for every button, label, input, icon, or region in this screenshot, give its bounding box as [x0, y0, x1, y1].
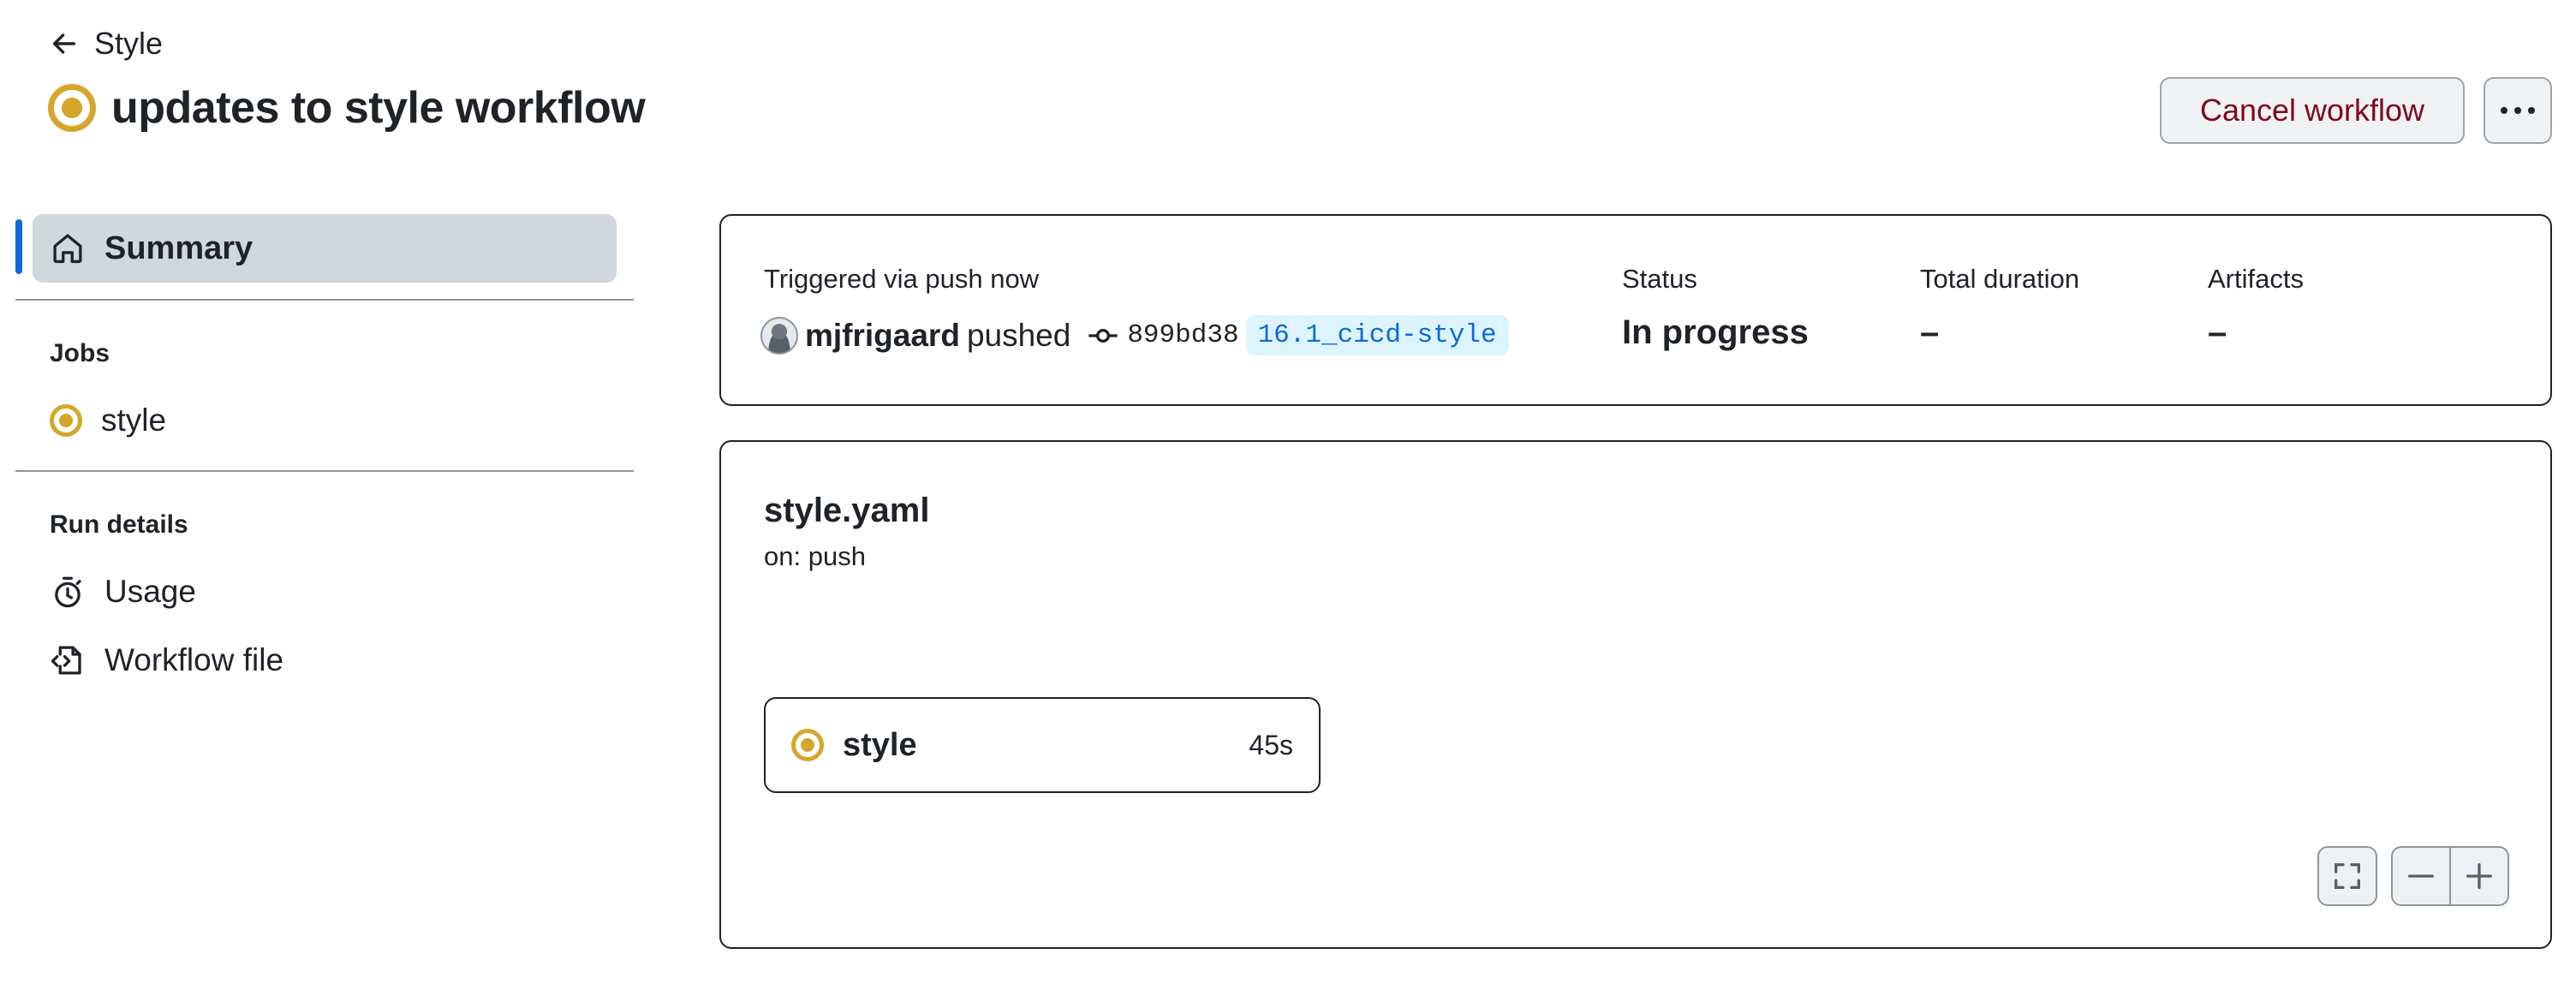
git-commit-icon [1088, 328, 1118, 343]
kebab-dot-icon [2501, 107, 2507, 114]
plus-icon [2466, 863, 2492, 889]
duration-label: Total duration [1920, 264, 2080, 294]
file-code-icon [51, 646, 81, 675]
back-link[interactable]: Style [50, 26, 163, 62]
branch-label[interactable]: 16.1_cicd-style [1245, 315, 1509, 355]
sidebar-item-label: Usage [104, 574, 196, 609]
arrow-left-icon [52, 33, 76, 54]
workflow-file-name: style.yaml [764, 492, 930, 529]
more-options-button[interactable] [2484, 77, 2552, 144]
push-info: mjfrigaard pushed 899bd38 16.1_cicd-styl… [760, 315, 1509, 355]
stopwatch-icon [55, 576, 81, 608]
sidebar-divider [15, 470, 634, 472]
artifacts-value: – [2208, 313, 2227, 351]
workflow-graph-card [719, 440, 2552, 949]
fullscreen-icon [2334, 863, 2360, 889]
actor-link[interactable]: mjfrigaard [805, 318, 960, 354]
page-title: updates to style workflow [111, 83, 646, 133]
sidebar-item-label: style [101, 403, 167, 438]
trigger-text: Triggered via push now [764, 264, 1040, 294]
back-link-label: Style [94, 26, 164, 61]
job-duration: 45s [1249, 729, 1293, 760]
kebab-dot-icon [2514, 107, 2521, 114]
jobs-heading: Jobs [50, 339, 110, 367]
commit-sha-link[interactable]: 899bd38 [1127, 320, 1238, 350]
action-text: pushed [966, 317, 1071, 353]
avatar[interactable] [760, 316, 798, 355]
in-progress-status-icon [48, 84, 96, 132]
kebab-dot-icon [2528, 107, 2535, 114]
in-progress-status-icon [50, 404, 82, 437]
status-label: Status [1622, 264, 1697, 294]
active-indicator [15, 219, 22, 274]
job-node-style[interactable]: style 45s [764, 697, 1321, 793]
sidebar-item-label: Workflow file [104, 642, 284, 677]
minus-icon [2408, 874, 2434, 878]
home-icon [53, 234, 82, 264]
workflow-trigger: on: push [764, 541, 866, 571]
sidebar-item-label: Summary [104, 230, 253, 266]
sidebar-item-job-style[interactable]: style [50, 403, 166, 438]
sidebar-item-summary[interactable]: Summary [33, 214, 617, 283]
sidebar-item-usage[interactable]: Usage [50, 574, 196, 610]
run-summary-card [719, 214, 2552, 406]
page-title-row: updates to style workflow [48, 82, 646, 134]
run-details-heading: Run details [50, 510, 188, 539]
sidebar-item-workflow-file[interactable]: Workflow file [50, 642, 283, 678]
duration-value: – [1920, 313, 1940, 351]
zoom-in-button[interactable] [2449, 846, 2509, 906]
zoom-out-button[interactable] [2391, 846, 2451, 906]
sidebar-divider [15, 299, 634, 301]
fullscreen-button[interactable] [2317, 846, 2377, 906]
cancel-workflow-button[interactable]: Cancel workflow [2160, 77, 2465, 144]
status-value: In progress [1622, 313, 1809, 351]
in-progress-status-icon [791, 729, 824, 761]
artifacts-label: Artifacts [2208, 264, 2304, 294]
job-name: style [843, 726, 917, 763]
